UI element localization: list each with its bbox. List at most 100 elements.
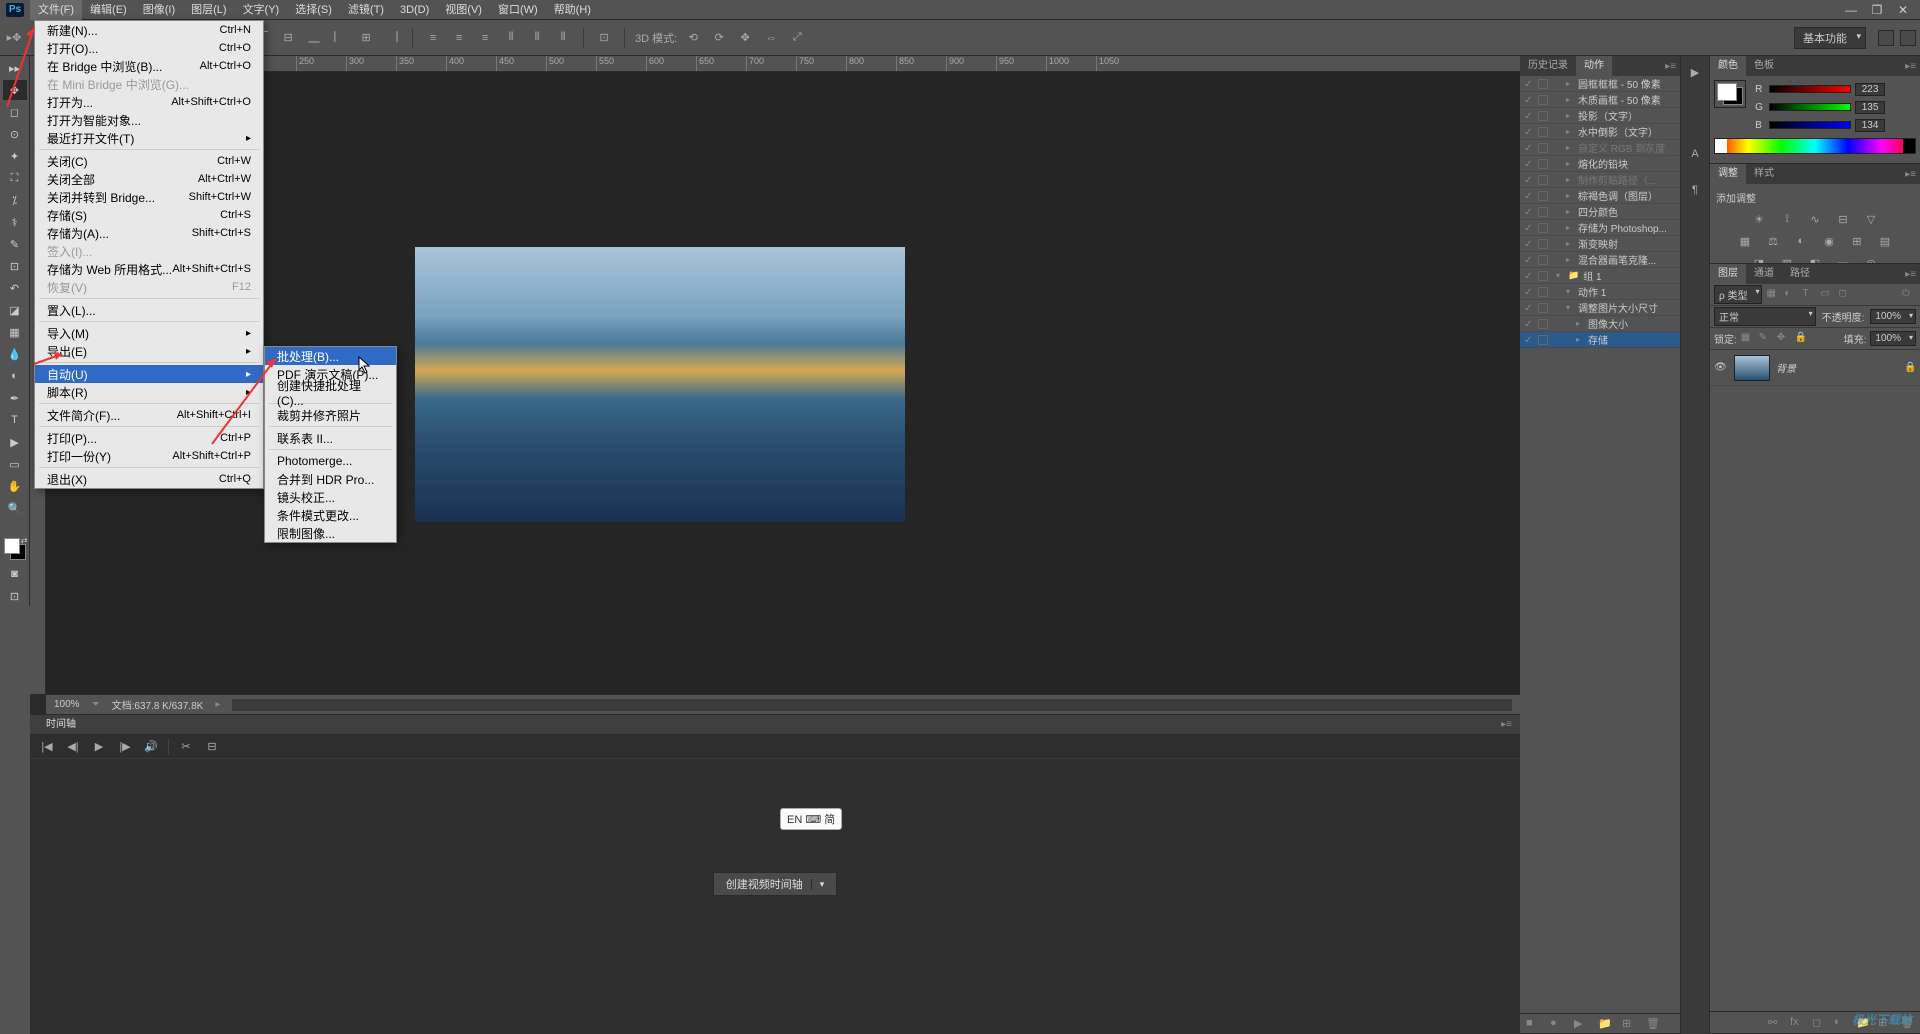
action-item[interactable]: ✓▸棕褐色调（图层） xyxy=(1520,188,1680,204)
b-value[interactable]: 134 xyxy=(1855,119,1885,132)
close-button[interactable]: ✕ xyxy=(1892,2,1914,18)
r-slider[interactable] xyxy=(1769,85,1851,93)
stop-icon[interactable]: ■ xyxy=(1526,1017,1540,1031)
file-menu-item[interactable]: 打印(P)...Ctrl+P xyxy=(35,429,263,447)
3d-slide-icon[interactable]: ⇔ xyxy=(761,28,781,48)
action-item[interactable]: ✓▸熔化的铅块 xyxy=(1520,156,1680,172)
action-item[interactable]: ✓▸自定义 RGB 到灰度 xyxy=(1520,140,1680,156)
action-item[interactable]: ✓▸图像大小 xyxy=(1520,316,1680,332)
move-tool[interactable]: ✥ xyxy=(3,80,27,100)
lasso-tool[interactable]: ⊙ xyxy=(3,124,27,144)
layer-thumbnail[interactable] xyxy=(1734,355,1770,381)
submenu-item[interactable]: 创建快捷批处理(C)... xyxy=(265,383,396,401)
filter-shape-icon[interactable]: ▭ xyxy=(1820,288,1834,302)
action-item[interactable]: ✓▸圆框框框 - 50 像素 xyxy=(1520,76,1680,92)
tab-adjustments[interactable]: 调整 xyxy=(1710,164,1746,184)
clone-stamp-tool[interactable]: ⊡ xyxy=(3,256,27,276)
tab-color[interactable]: 颜色 xyxy=(1710,56,1746,76)
link-layers-icon[interactable]: ⚯ xyxy=(1768,1016,1782,1030)
action-item[interactable]: ✓▸渐变映射 xyxy=(1520,236,1680,252)
maximize-button[interactable]: ❐ xyxy=(1866,2,1888,18)
color-spectrum[interactable] xyxy=(1714,138,1916,154)
create-video-timeline-button[interactable]: 创建视频时间轴▾ xyxy=(713,872,838,896)
timeline-menu-icon[interactable]: ▸≡ xyxy=(1501,715,1512,735)
color-swatches[interactable]: ⇄ xyxy=(2,536,28,562)
visibility-icon[interactable]: 👁 xyxy=(1714,362,1728,373)
new-set-icon[interactable]: 📁 xyxy=(1598,1017,1612,1031)
document-image[interactable] xyxy=(415,247,905,522)
layer-row-background[interactable]: 👁 背景 🔒 xyxy=(1710,350,1920,386)
panel-collapse-1[interactable] xyxy=(1878,30,1894,46)
adjustment-layer-icon[interactable]: ◐ xyxy=(1834,1016,1848,1030)
file-menu-item[interactable]: 存储为 Web 所用格式...Alt+Shift+Ctrl+S xyxy=(35,260,263,278)
submenu-item[interactable]: 镜头校正... xyxy=(265,488,396,506)
channel-mixer-icon[interactable]: ⊞ xyxy=(1847,233,1867,249)
levels-icon[interactable]: ⟟ xyxy=(1777,211,1797,227)
distribute-1-icon[interactable]: ≡ xyxy=(423,28,443,48)
submenu-item[interactable]: 裁剪并修齐照片 xyxy=(265,406,396,424)
g-value[interactable]: 135 xyxy=(1855,101,1885,114)
magic-wand-tool[interactable]: ✦ xyxy=(3,146,27,166)
eyedropper-tool[interactable]: ⁒ xyxy=(3,190,27,210)
paragraph-panel-icon[interactable]: ¶ xyxy=(1685,180,1705,200)
workspace-dropdown[interactable]: 基本功能 xyxy=(1794,27,1866,49)
action-item[interactable]: ✓▸四分颜色 xyxy=(1520,204,1680,220)
submenu-item[interactable]: 联系表 II... xyxy=(265,429,396,447)
submenu-item[interactable]: 限制图像... xyxy=(265,524,396,542)
menu-view[interactable]: 视图(V) xyxy=(437,0,490,20)
selective-color-icon[interactable]: ◎ xyxy=(1861,255,1881,263)
distribute-3-icon[interactable]: ≡ xyxy=(475,28,495,48)
fill-input[interactable]: 100% xyxy=(1870,331,1916,346)
play-panel-icon[interactable]: ▶ xyxy=(1685,62,1705,82)
minimize-button[interactable]: — xyxy=(1840,2,1862,18)
file-menu-item[interactable]: 文件简介(F)...Alt+Shift+Ctrl+I xyxy=(35,406,263,424)
timeline-tab[interactable]: 时间轴 xyxy=(38,715,84,735)
blend-mode-dropdown[interactable]: 正常 xyxy=(1714,307,1816,326)
dodge-tool[interactable]: ◐ xyxy=(3,366,27,386)
eraser-tool[interactable]: ◪ xyxy=(3,300,27,320)
file-menu-item[interactable]: 打开为...Alt+Shift+Ctrl+O xyxy=(35,93,263,111)
tab-actions[interactable]: 动作 xyxy=(1576,56,1612,76)
tab-channels[interactable]: 通道 xyxy=(1746,264,1782,284)
file-menu-item[interactable]: 导出(E)▸ xyxy=(35,342,263,360)
curves-icon[interactable]: ∿ xyxy=(1805,211,1825,227)
lock-image-icon[interactable]: ✎ xyxy=(1759,332,1773,346)
file-menu-item[interactable]: 关闭(C)Ctrl+W xyxy=(35,152,263,170)
split-icon[interactable]: ✂ xyxy=(177,738,195,756)
lock-all-icon[interactable]: 🔒 xyxy=(1795,332,1809,346)
filter-type-dropdown[interactable]: ρ 类型 xyxy=(1714,285,1762,304)
submenu-item[interactable]: 条件模式更改... xyxy=(265,506,396,524)
healing-brush-tool[interactable]: ⚕ xyxy=(3,212,27,232)
action-item[interactable]: ✓▾📁组 1 xyxy=(1520,268,1680,284)
pen-tool[interactable]: ✒ xyxy=(3,388,27,408)
ime-indicator[interactable]: EN ⌨ 简 xyxy=(780,808,842,830)
b-slider[interactable] xyxy=(1769,121,1851,129)
file-menu-item[interactable]: 自动(U)▸ xyxy=(35,365,263,383)
foreground-swatch[interactable] xyxy=(4,538,20,554)
3d-scale-icon[interactable]: ⤢ xyxy=(787,28,807,48)
tab-styles[interactable]: 样式 xyxy=(1746,164,1782,184)
lock-position-icon[interactable]: ✥ xyxy=(1777,332,1791,346)
3d-orbit-icon[interactable]: ⟲ xyxy=(683,28,703,48)
color-lookup-icon[interactable]: ▤ xyxy=(1875,233,1895,249)
file-menu-item[interactable]: 关闭全部Alt+Ctrl+W xyxy=(35,170,263,188)
action-item[interactable]: ✓▸存储为 Photoshop... xyxy=(1520,220,1680,236)
move-tool-preset-icon[interactable]: ▸✥ xyxy=(4,28,24,48)
file-menu-item[interactable]: 退出(X)Ctrl+Q xyxy=(35,470,263,488)
align-vcenter-icon[interactable]: ⊟ xyxy=(278,28,298,48)
brightness-icon[interactable]: ☀ xyxy=(1749,211,1769,227)
color-panel-menu-icon[interactable]: ▸≡ xyxy=(1901,61,1920,72)
opacity-input[interactable]: 100% xyxy=(1870,309,1916,324)
quick-mask-tool[interactable]: ◙ xyxy=(3,564,27,584)
type-tool[interactable]: T xyxy=(3,410,27,430)
crop-tool[interactable]: ⛶ xyxy=(3,168,27,188)
3d-pan-icon[interactable]: ✥ xyxy=(735,28,755,48)
submenu-item[interactable]: Photomerge... xyxy=(265,452,396,470)
action-item[interactable]: ✓▸木质画框 - 50 像素 xyxy=(1520,92,1680,108)
align-hcenter-icon[interactable]: ⊞ xyxy=(356,28,376,48)
file-menu-item[interactable]: 在 Bridge 中浏览(B)...Alt+Ctrl+O xyxy=(35,57,263,75)
record-icon[interactable]: ● xyxy=(1550,1017,1564,1031)
file-menu-item[interactable]: 置入(L)... xyxy=(35,301,263,319)
panel-collapse-2[interactable] xyxy=(1900,30,1916,46)
menu-edit[interactable]: 编辑(E) xyxy=(82,0,135,20)
